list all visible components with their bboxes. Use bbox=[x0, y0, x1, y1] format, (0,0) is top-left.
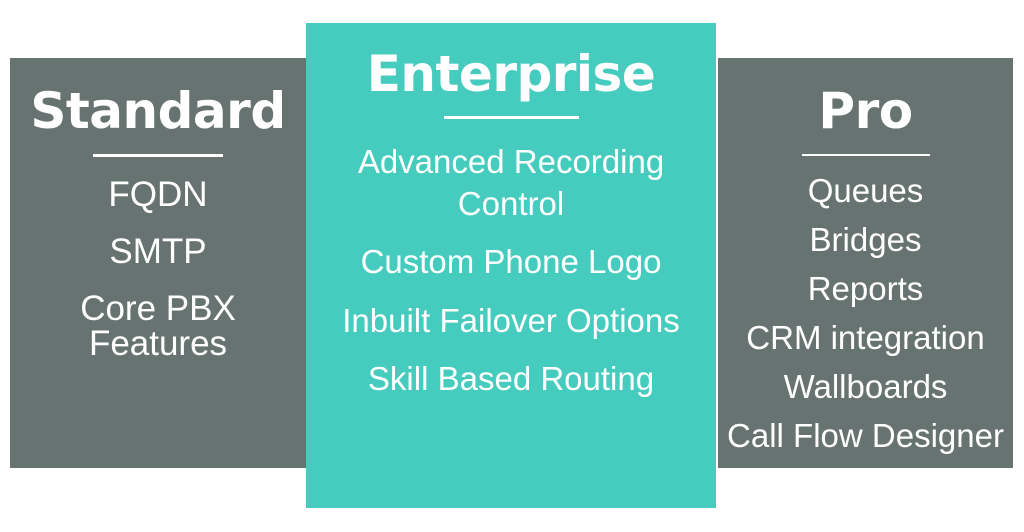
title-underline-enterprise bbox=[443, 116, 579, 119]
feature-item: Inbuilt Failover Options bbox=[342, 301, 680, 339]
feature-item: CRM integration bbox=[746, 319, 985, 356]
feature-item: SMTP bbox=[109, 232, 207, 271]
feature-item: Bridges bbox=[809, 221, 922, 258]
title-underline-standard bbox=[93, 154, 223, 157]
feature-item: Advanced Recording Control bbox=[357, 143, 665, 223]
title-underline-pro bbox=[801, 154, 930, 156]
pricing-tier-board: Standard FQDN SMTP Core PBX Features Ent… bbox=[0, 0, 1024, 532]
feature-item: Reports bbox=[807, 270, 924, 307]
tier-title-pro: Pro bbox=[818, 82, 913, 140]
feature-item: Queues bbox=[807, 172, 924, 209]
feature-item: FQDN bbox=[108, 175, 208, 214]
feature-list-pro: Queues Bridges Reports CRM integration W… bbox=[718, 174, 1013, 468]
feature-item: Core PBX Features bbox=[80, 289, 236, 363]
feature-list-standard: FQDN SMTP Core PBX Features bbox=[10, 177, 306, 383]
feature-item: Skill Based Routing bbox=[367, 359, 655, 397]
feature-item: Wallboards bbox=[783, 368, 948, 405]
tier-card-standard[interactable]: Standard FQDN SMTP Core PBX Features bbox=[10, 58, 306, 468]
feature-item: Custom Phone Logo bbox=[360, 243, 662, 281]
tier-card-enterprise[interactable]: Enterprise Advanced Recording Control Cu… bbox=[306, 23, 716, 508]
tier-card-pro[interactable]: Pro Queues Bridges Reports CRM integrati… bbox=[718, 58, 1013, 468]
tier-title-enterprise: Enterprise bbox=[366, 45, 656, 103]
feature-item: Call Flow Designer bbox=[727, 417, 1004, 454]
feature-list-enterprise: Advanced Recording Control Custom Phone … bbox=[306, 141, 716, 416]
tier-title-standard: Standard bbox=[30, 82, 286, 140]
